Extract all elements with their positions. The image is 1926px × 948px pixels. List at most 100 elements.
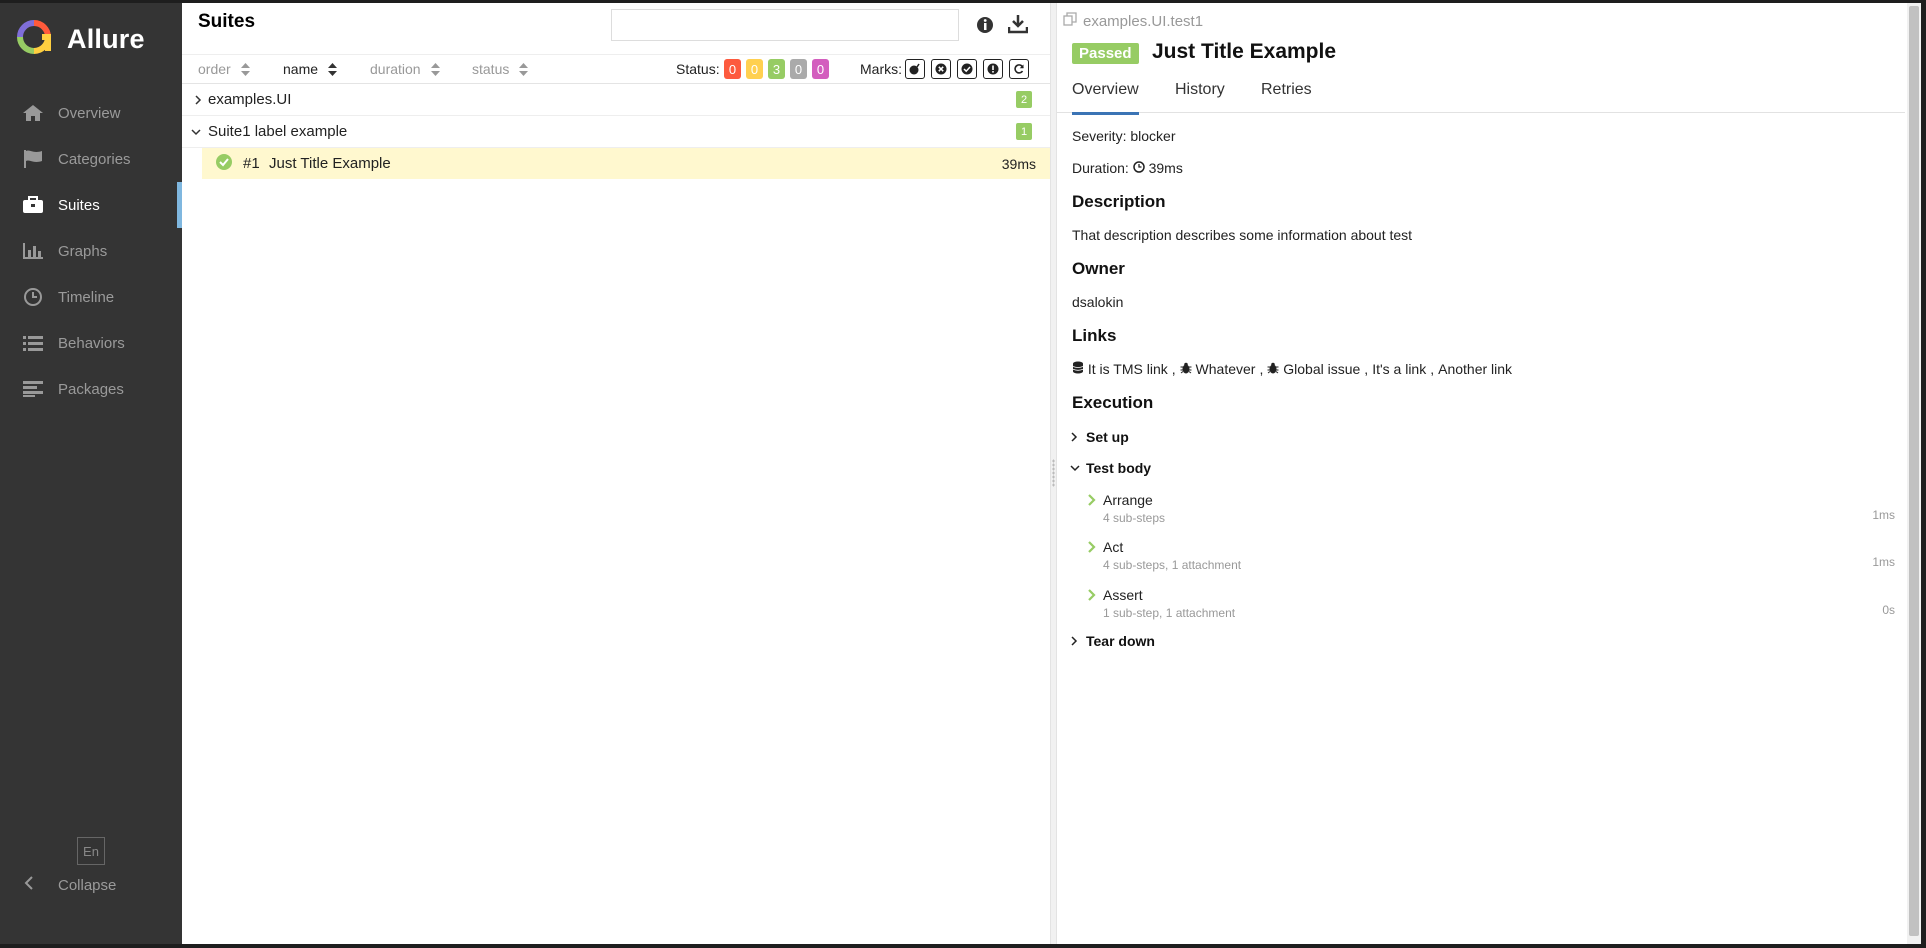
sort-order[interactable]: order — [198, 61, 250, 77]
sidebar-item-label: Packages — [58, 380, 124, 398]
step-chevron-right-icon — [1088, 494, 1096, 506]
align-left-icon — [20, 378, 46, 400]
sidebar-item-overview[interactable]: Overview — [0, 90, 182, 136]
bomb-icon — [909, 63, 920, 75]
sort-icon — [328, 62, 338, 76]
status-badge: Passed — [1072, 43, 1139, 64]
mark-retries-button[interactable] — [1009, 59, 1029, 79]
home-icon — [20, 102, 46, 124]
description-text: That description describes some informat… — [1072, 227, 1413, 243]
sort-icon — [240, 62, 250, 76]
links-list: It is TMS link, Whatever, Global issue, … — [1072, 361, 1512, 377]
chevron-down-icon — [1070, 465, 1080, 472]
test-name: Just Title Example — [269, 155, 391, 172]
list-icon — [20, 332, 46, 354]
tms-link[interactable]: It is TMS link — [1088, 361, 1168, 377]
collapse-button[interactable]: Collapse — [24, 876, 116, 894]
mark-new-broken-button[interactable] — [983, 59, 1003, 79]
duration-label: Duration: — [1072, 160, 1129, 176]
window-frame-bottom — [0, 944, 1926, 948]
duration-field: Duration: 39ms — [1072, 160, 1183, 176]
scrollbar-thumb[interactable] — [1909, 6, 1919, 936]
status-filter-label: Status: — [676, 61, 720, 77]
app-name: Allure — [67, 23, 145, 54]
detail-tabs: Overview History Retries — [1057, 78, 1905, 115]
chevron-left-icon — [24, 876, 34, 894]
severity-value: blocker — [1130, 128, 1176, 144]
test-title: Just Title Example — [1152, 40, 1337, 63]
link-its-a-link[interactable]: It's a link — [1372, 361, 1426, 377]
copy-icon[interactable] — [1063, 12, 1077, 30]
links-heading: Links — [1072, 326, 1117, 345]
teardown-section[interactable]: Tear down — [1070, 633, 1155, 649]
status-unknown-badge[interactable]: 0 — [812, 59, 829, 79]
test-body-section[interactable]: Test body — [1070, 460, 1151, 476]
mark-new-failed-button[interactable] — [931, 59, 951, 79]
allure-logo-icon — [16, 19, 52, 59]
duration-value: 39ms — [1148, 160, 1183, 176]
step-substeps: 1 sub-step, 1 attachment — [1103, 606, 1236, 620]
sort-duration[interactable]: duration — [370, 61, 440, 77]
chevron-down-icon — [191, 128, 201, 135]
chevron-right-icon — [195, 94, 202, 105]
step-chevron-right-icon — [1088, 589, 1096, 601]
sidebar-item-behaviors[interactable]: Behaviors — [0, 320, 182, 366]
sidebar-item-label: Graphs — [58, 242, 108, 260]
owner-text: dsalokin — [1072, 294, 1124, 310]
tab-history[interactable]: History — [1175, 81, 1225, 112]
tree-row-examples-ui[interactable]: examples.UI 2 — [182, 84, 1050, 116]
check-circle-icon — [961, 63, 973, 75]
sort-icon — [430, 62, 440, 76]
step-row[interactable]: Act 4 sub-steps, 1 attachment 1ms — [1087, 537, 1895, 581]
sort-label: order — [198, 61, 231, 77]
step-duration: 0s — [1882, 603, 1895, 617]
language-button[interactable]: En — [77, 837, 105, 865]
mark-new-passed-button[interactable] — [957, 59, 977, 79]
step-duration: 1ms — [1872, 508, 1895, 522]
link-another-link[interactable]: Another link — [1438, 361, 1512, 377]
tab-retries[interactable]: Retries — [1261, 81, 1312, 112]
tree-row-suite1[interactable]: Suite1 label example 1 — [182, 116, 1050, 148]
sidebar-item-categories[interactable]: Categories — [0, 136, 182, 182]
refresh-icon — [1014, 64, 1024, 74]
vertical-scrollbar[interactable] — [1907, 0, 1921, 948]
sidebar-item-label: Behaviors — [58, 334, 125, 352]
test-detail-pane: examples.UI.test1 Passed Just Title Exam… — [1057, 0, 1905, 948]
sort-bar: order name duration status Status: 0 0 3… — [182, 54, 1050, 84]
step-row[interactable]: Assert 1 sub-step, 1 attachment 0s — [1087, 585, 1895, 629]
test-duration: 39ms — [1001, 155, 1036, 172]
sort-label: status — [472, 61, 510, 77]
status-skipped-badge[interactable]: 0 — [790, 59, 807, 79]
flag-icon — [20, 148, 46, 170]
exclamation-circle-icon — [987, 63, 999, 75]
mark-flaky-button[interactable] — [905, 59, 925, 79]
setup-section[interactable]: Set up — [1070, 429, 1129, 445]
step-row[interactable]: Arrange 4 sub-steps 1ms — [1087, 490, 1895, 534]
sidebar-item-graphs[interactable]: Graphs — [0, 228, 182, 274]
suites-pane: Suites order name duration status Status… — [182, 0, 1050, 948]
chevron-right-icon — [1071, 432, 1078, 442]
step-duration: 1ms — [1872, 555, 1895, 569]
status-passed-badge[interactable]: 3 — [768, 59, 785, 79]
tab-overview[interactable]: Overview — [1072, 81, 1139, 115]
test-number: #1 — [243, 155, 260, 172]
splitter-grip-icon[interactable] — [1052, 459, 1055, 487]
sort-status[interactable]: status — [472, 61, 529, 77]
step-name: Assert — [1103, 587, 1143, 603]
clock-icon — [20, 286, 46, 308]
search-input[interactable] — [611, 9, 959, 41]
sidebar-item-packages[interactable]: Packages — [0, 366, 182, 412]
download-icon[interactable] — [1007, 14, 1029, 38]
sidebar-item-timeline[interactable]: Timeline — [0, 274, 182, 320]
brand[interactable]: Allure — [16, 20, 145, 58]
issue-link-global[interactable]: Global issue — [1283, 361, 1360, 377]
count-badge: 2 — [1016, 91, 1032, 108]
sidebar-item-suites[interactable]: Suites — [0, 182, 182, 228]
status-failed-badge[interactable]: 0 — [724, 59, 741, 79]
info-icon[interactable] — [976, 16, 994, 38]
status-broken-badge[interactable]: 0 — [746, 59, 763, 79]
issue-link-whatever[interactable]: Whatever — [1196, 361, 1256, 377]
step-substeps: 4 sub-steps, 1 attachment — [1103, 558, 1242, 572]
test-row-selected[interactable]: #1 Just Title Example 39ms — [202, 148, 1050, 179]
sort-name[interactable]: name — [283, 61, 338, 77]
